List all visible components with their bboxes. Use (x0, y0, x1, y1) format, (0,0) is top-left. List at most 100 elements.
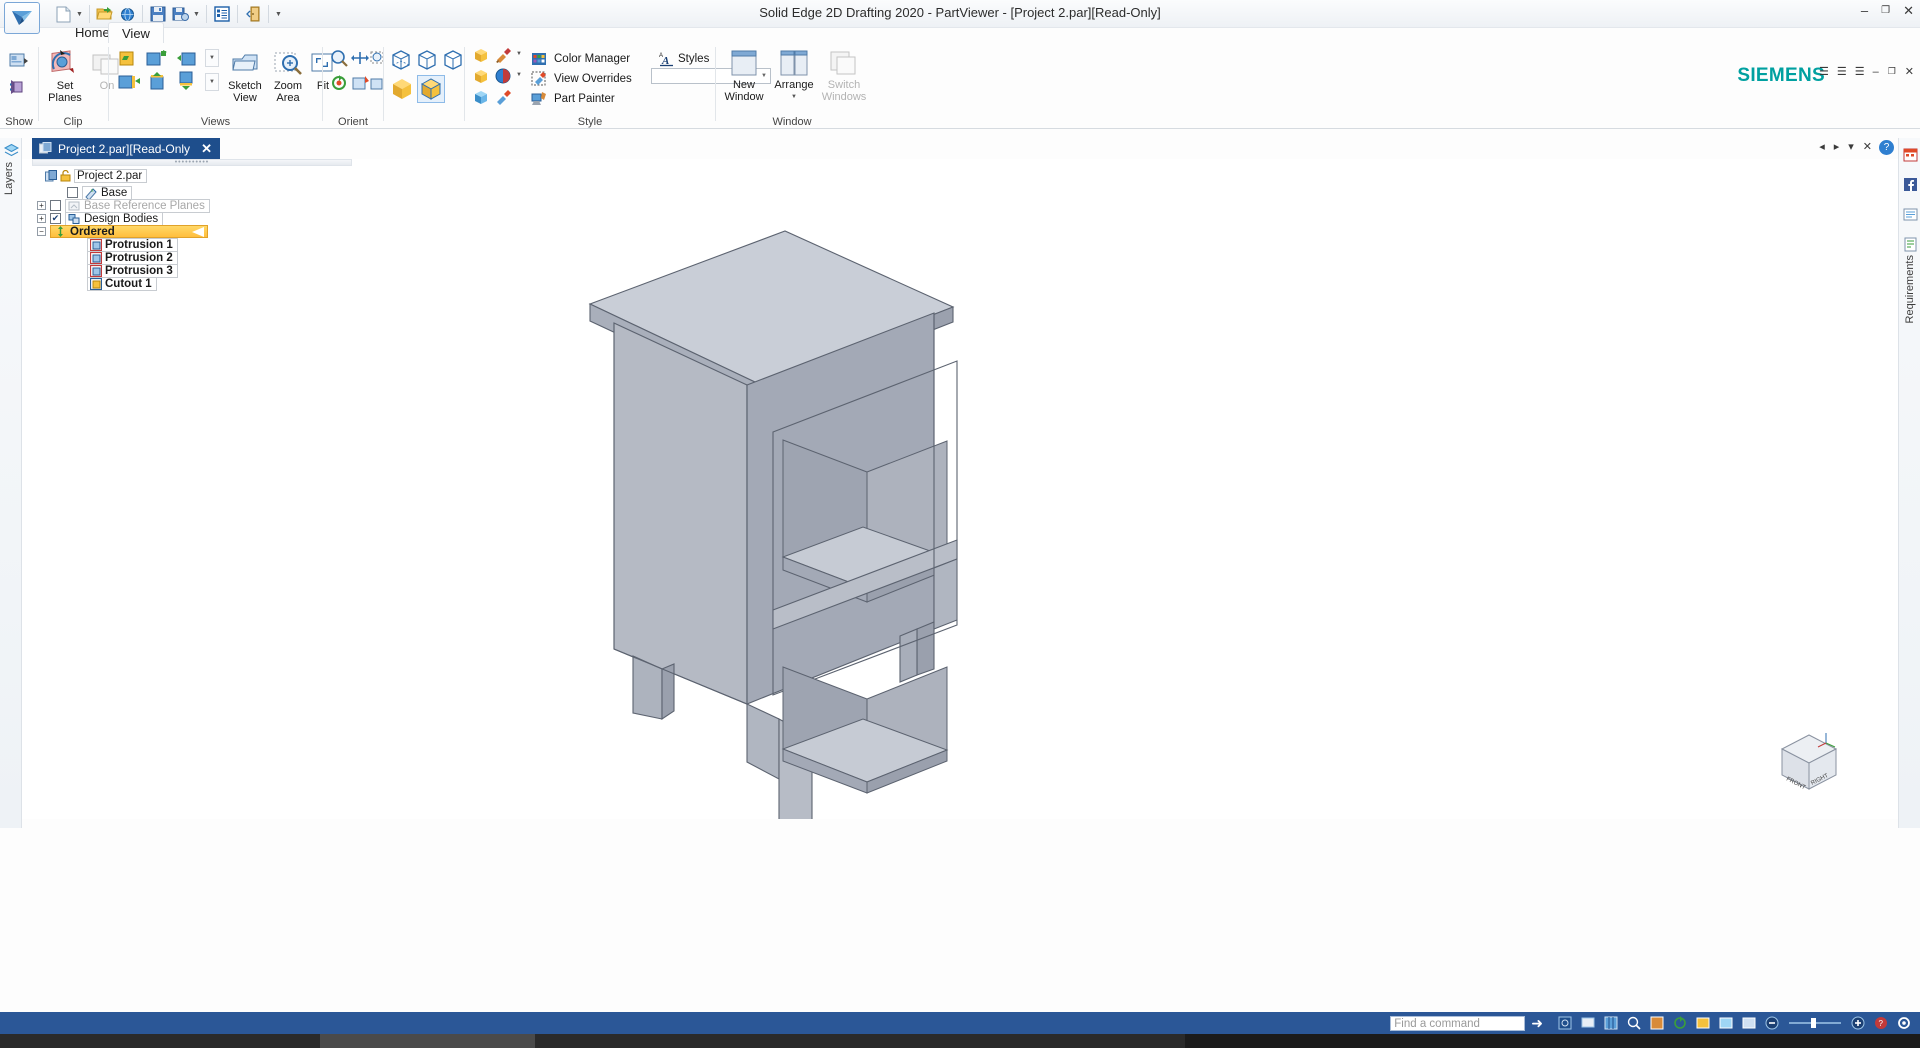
style-sphere-button[interactable] (493, 66, 513, 86)
tree-p2-label: Protrusion 2 (105, 252, 173, 264)
sketch-icon[interactable] (1718, 1015, 1734, 1031)
switch-windows-icon (820, 46, 868, 80)
render-icon[interactable] (1695, 1015, 1711, 1031)
tree-base-checkbox[interactable] (67, 187, 78, 198)
view-icon[interactable] (1741, 1015, 1757, 1031)
tree-item-design-bodies[interactable]: + ✔ Design Bodies (37, 212, 163, 225)
doc-nav-prev-button[interactable]: ◂ (1819, 140, 1825, 153)
zoom-in-icon[interactable] (1850, 1015, 1866, 1031)
document-tab-close-button[interactable]: ✕ (201, 141, 212, 157)
window-close-doc-icon[interactable]: ✕ (1905, 65, 1914, 78)
help-icon[interactable]: ? (1873, 1015, 1889, 1031)
tree-ordered-expander[interactable]: − (37, 227, 46, 236)
visible-edges-button[interactable] (440, 47, 466, 73)
pathfinder-panel: •••••••••• Project 2.par (22, 159, 372, 819)
arrange-button[interactable]: Arrange ▼ (770, 46, 818, 103)
find-go-icon[interactable]: ➜ (1531, 1015, 1543, 1032)
set-planes-button[interactable]: Set Planes (41, 47, 89, 104)
tree-ordered-label: Ordered (70, 226, 115, 238)
style-dropdown-1[interactable]: ▼ (515, 51, 523, 57)
display-icon[interactable] (1580, 1015, 1596, 1031)
view-cube[interactable]: FRONT RIGHT (1772, 727, 1846, 801)
window-minimize-doc-icon[interactable]: – (1873, 66, 1879, 78)
shaded-button[interactable] (388, 75, 416, 103)
view-right-button[interactable] (175, 46, 199, 70)
tree-db-expander[interactable]: + (37, 214, 46, 223)
pathfinder-splitter[interactable]: •••••••••• (32, 159, 352, 166)
rd-requirements-item[interactable]: Requirements (1901, 236, 1919, 323)
tree-p1-label: Protrusion 1 (105, 239, 173, 251)
doc-nav-menu-button[interactable]: ▾ (1848, 140, 1854, 153)
tree-brp-checkbox[interactable] (50, 200, 61, 211)
view-iso-button[interactable] (117, 46, 141, 70)
tab-view[interactable]: View (108, 22, 164, 43)
show-all-button[interactable] (7, 49, 31, 73)
settings-icon[interactable] (1896, 1015, 1912, 1031)
view-bottom-button[interactable] (175, 69, 199, 93)
arrange-dropdown-arrow[interactable]: ▼ (790, 92, 798, 104)
view-front-button[interactable] (146, 46, 170, 70)
rotate-icon[interactable] (1672, 1015, 1688, 1031)
rd-list-item[interactable] (1901, 206, 1919, 223)
layers-icon[interactable] (3, 142, 19, 158)
zoom-slider[interactable] (1787, 1015, 1843, 1031)
ribbon-controls: ☰ ☰ ☰ – ❐ ✕ (1819, 65, 1914, 78)
rd-facebook-item[interactable] (1901, 176, 1919, 193)
doc-pin-button[interactable]: ✕ (1863, 140, 1872, 153)
style-cube-3-button[interactable] (471, 87, 491, 107)
shaded-with-visible-edges-button[interactable] (417, 75, 445, 103)
hidden-edges-button[interactable] (414, 47, 440, 73)
grid-icon[interactable] (1603, 1015, 1619, 1031)
style-dropdown-2[interactable]: ▼ (515, 72, 523, 78)
part-painter-icon-btn[interactable] (527, 87, 551, 111)
tree-item-cutout-1[interactable]: Cutout 1 (87, 277, 157, 290)
ribbon-expand-icon[interactable]: ☰ (1837, 65, 1846, 78)
hide-all-button[interactable] (7, 75, 31, 99)
tree-item-ordered[interactable]: − Ordered (37, 225, 208, 238)
maximize-button[interactable]: ❐ (1881, 6, 1890, 16)
tree-item-base-reference-planes[interactable]: + Base Reference Planes (37, 199, 210, 212)
style-brush-2-button[interactable] (493, 87, 513, 107)
taskbar-right-segment[interactable] (535, 1034, 1185, 1048)
tree-brp-expander[interactable]: + (37, 201, 46, 210)
tree-item-protrusion-3[interactable]: Protrusion 3 (87, 264, 178, 277)
close-button[interactable]: ✕ (1903, 4, 1914, 17)
select-tool-icon[interactable] (1557, 1015, 1573, 1031)
wireframe-button[interactable] (388, 47, 414, 73)
rd-calendar-item[interactable] (1901, 146, 1919, 163)
zoom-out-icon[interactable] (1764, 1015, 1780, 1031)
views-more-2-button[interactable]: ▼ (205, 73, 219, 91)
save-as-icon (172, 6, 189, 22)
switch-windows-label-line2: Windows (820, 92, 868, 104)
switch-windows-button[interactable]: Switch Windows (820, 46, 868, 103)
taskbar-active-window[interactable] (320, 1034, 535, 1048)
pan-icon[interactable] (1649, 1015, 1665, 1031)
view-left-button[interactable] (117, 69, 141, 93)
document-tab[interactable]: Project 2.par][Read-Only ✕ (32, 138, 220, 159)
sketch-view-button[interactable]: Sketch View (221, 47, 269, 104)
tree-db-checkbox[interactable]: ✔ (50, 213, 61, 224)
window-restore-doc-icon[interactable]: ❐ (1888, 66, 1896, 77)
tree-item-base[interactable]: x Base (54, 186, 132, 199)
tree-item-protrusion-1[interactable]: Protrusion 1 (87, 238, 178, 251)
taskbar-left-segment[interactable] (0, 1034, 320, 1048)
doc-nav-next-button[interactable]: ▸ (1834, 140, 1840, 153)
style-cube-1-button[interactable] (471, 45, 491, 65)
view-top-button[interactable] (146, 69, 170, 93)
ordered-icon (55, 226, 66, 237)
ribbon-restore-icon[interactable]: ☰ (1819, 65, 1828, 78)
zoom-icon[interactable] (1626, 1015, 1642, 1031)
tree-root-row[interactable]: Project 2.par (32, 169, 147, 182)
part-painter-row[interactable]: Part Painter (527, 87, 615, 111)
style-cube-2-button[interactable] (471, 66, 491, 86)
new-window-button[interactable]: New Window (720, 46, 768, 103)
left-dock-label[interactable]: Layers (3, 162, 15, 195)
help-button[interactable]: ? (1879, 140, 1894, 155)
find-command-input[interactable]: Find a command (1390, 1016, 1525, 1031)
minimize-button[interactable]: – (1861, 4, 1868, 17)
views-more-1-button[interactable]: ▼ (205, 49, 219, 67)
tree-item-protrusion-2[interactable]: Protrusion 2 (87, 251, 178, 264)
tree-ordered-bar[interactable]: Ordered (50, 225, 208, 238)
ribbon-collapse-icon[interactable]: ☰ (1855, 65, 1864, 78)
style-brush-1-button[interactable] (493, 45, 513, 65)
